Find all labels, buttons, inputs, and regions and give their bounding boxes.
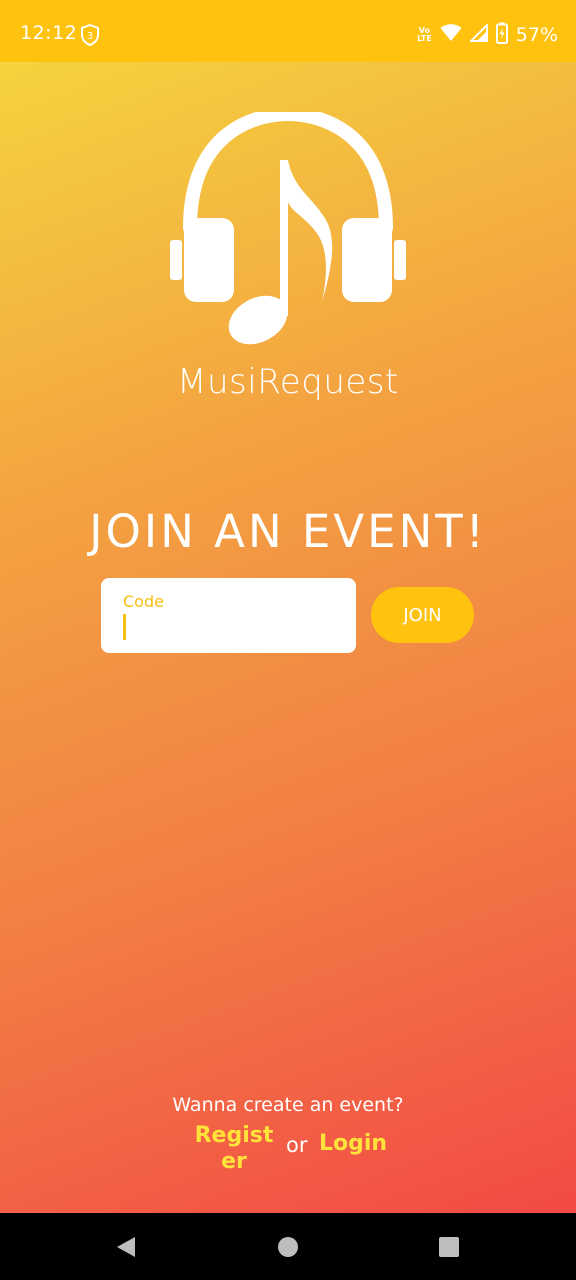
code-input[interactable]: Code (101, 578, 356, 653)
shield-badge-text: 3 (87, 31, 93, 42)
back-icon[interactable] (110, 1231, 142, 1263)
home-icon[interactable] (272, 1231, 304, 1263)
volte-bottom: LTE (417, 34, 432, 43)
text-caret (123, 614, 126, 640)
status-time: 12:12 (20, 22, 78, 44)
headphones-music-note-icon (160, 106, 416, 362)
status-icons: Vo LTE 57% (417, 20, 558, 50)
battery-percent: 57% (515, 24, 558, 46)
volte-indicator: Vo LTE (417, 27, 432, 43)
or-text: or (286, 1133, 308, 1157)
join-title: JOIN AN EVENT! (89, 505, 487, 558)
battery-icon (495, 22, 508, 48)
join-button[interactable]: JOIN (371, 587, 474, 643)
navigation-bar (0, 1213, 576, 1280)
recents-icon[interactable] (433, 1231, 465, 1263)
register-link[interactable]: Register (188, 1123, 280, 1175)
status-bar: 12:12 3 Vo LTE 57% (0, 0, 576, 62)
app-name: MusiRequest (177, 362, 399, 402)
login-link[interactable]: Login (319, 1131, 387, 1156)
code-input-label: Code (123, 592, 164, 611)
wifi-icon (440, 24, 462, 46)
screen: 12:12 3 Vo LTE 57% MusiRequest JOIN AN E… (0, 0, 576, 1280)
shield-icon: 3 (80, 23, 100, 47)
create-event-prompt: Wanna create an event? (172, 1094, 404, 1116)
signal-icon (468, 22, 488, 46)
